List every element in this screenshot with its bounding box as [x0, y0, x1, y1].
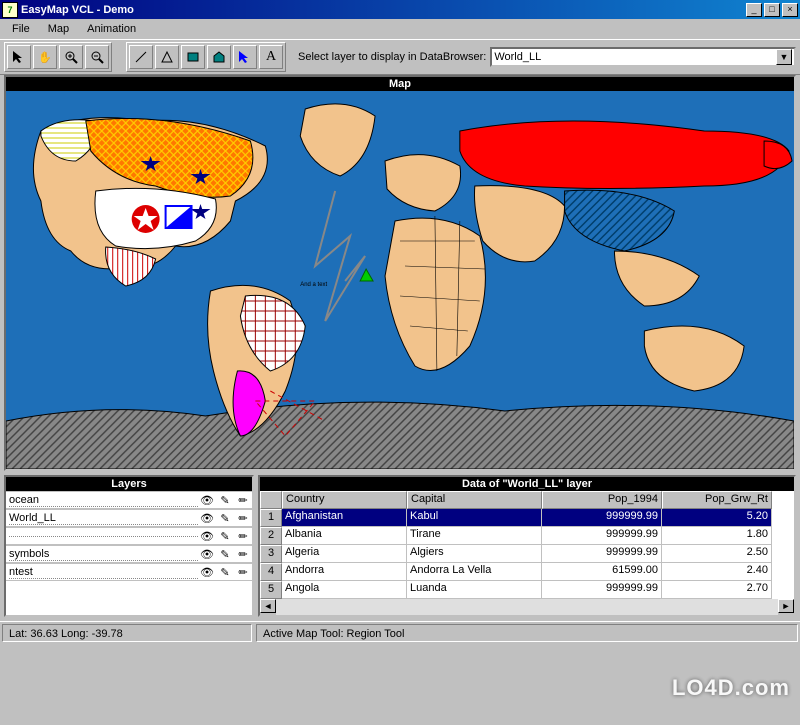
- app-icon: 7: [2, 2, 18, 18]
- zoom-out-tool[interactable]: [85, 45, 109, 69]
- grid-row[interactable]: 4 Andorra Andorra La Vella 61599.00 2.40: [260, 563, 794, 581]
- watermark: LO4D.com: [672, 675, 790, 701]
- layer-combo-value: World_LL: [494, 51, 776, 63]
- pen-icon[interactable]: ✎: [216, 530, 234, 543]
- minimize-button[interactable]: _: [746, 3, 762, 17]
- col-country[interactable]: Country: [282, 491, 407, 509]
- toolbar-group-nav: ✋: [4, 42, 112, 72]
- maximize-button[interactable]: □: [764, 3, 780, 17]
- rect-fill-tool[interactable]: [181, 45, 205, 69]
- layer-row[interactable]: ntest 👁 ✎ ✏: [6, 563, 252, 581]
- pen-icon[interactable]: ✎: [216, 494, 234, 507]
- window-title: EasyMap VCL - Demo: [21, 4, 744, 16]
- pointer-tool[interactable]: [7, 45, 31, 69]
- menu-animation[interactable]: Animation: [79, 21, 144, 37]
- layers-panel: Layers ocean 👁 ✎ ✏ World_LL 👁 ✎ ✏ 👁 ✎ ✏: [4, 475, 254, 617]
- layer-combo[interactable]: World_LL ▼: [490, 47, 796, 67]
- layer-selector-label: Select layer to display in DataBrowser:: [298, 51, 486, 63]
- data-grid[interactable]: Country Capital Pop_1994 Pop_Grw_Rt 1 Af…: [260, 491, 794, 599]
- eye-icon[interactable]: 👁: [198, 548, 216, 561]
- layer-row[interactable]: ocean 👁 ✎ ✏: [6, 491, 252, 509]
- map-panel: Map: [0, 75, 800, 471]
- edit-icon[interactable]: ✏: [234, 512, 252, 525]
- chevron-down-icon[interactable]: ▼: [776, 49, 792, 65]
- title-bar: 7 EasyMap VCL - Demo _ □ ×: [0, 0, 800, 19]
- layer-row[interactable]: symbols 👁 ✎ ✏: [6, 545, 252, 563]
- col-capital[interactable]: Capital: [407, 491, 542, 509]
- eye-icon[interactable]: 👁: [198, 566, 216, 579]
- layer-row[interactable]: 👁 ✎ ✏: [6, 527, 252, 545]
- status-bar: Lat: 36.63 Long: -39.78 Active Map Tool:…: [0, 621, 800, 643]
- toolbar-group-draw: A: [126, 42, 286, 72]
- zoom-in-tool[interactable]: [59, 45, 83, 69]
- horizontal-scrollbar[interactable]: ◄ ►: [260, 599, 794, 615]
- col-grw[interactable]: Pop_Grw_Rt: [662, 491, 772, 509]
- close-button[interactable]: ×: [782, 3, 798, 17]
- edit-icon[interactable]: ✏: [234, 566, 252, 579]
- polygon-tool[interactable]: [155, 45, 179, 69]
- scroll-right-icon[interactable]: ►: [778, 599, 794, 613]
- toolbar: ✋ A Select layer to display in DataBrows…: [0, 39, 800, 75]
- layers-title: Layers: [6, 477, 252, 491]
- pan-tool[interactable]: ✋: [33, 45, 57, 69]
- line-tool[interactable]: [129, 45, 153, 69]
- grid-row[interactable]: 1 Afghanistan Kabul 999999.99 5.20: [260, 509, 794, 527]
- scroll-left-icon[interactable]: ◄: [260, 599, 276, 613]
- menu-map[interactable]: Map: [40, 21, 77, 37]
- home-shape-tool[interactable]: [207, 45, 231, 69]
- data-panel: Data of "World_LL" layer Country Capital…: [258, 475, 796, 617]
- eye-icon[interactable]: 👁: [198, 512, 216, 525]
- pen-icon[interactable]: ✎: [216, 512, 234, 525]
- grid-row[interactable]: 5 Angola Luanda 999999.99 2.70: [260, 581, 794, 599]
- eye-icon[interactable]: 👁: [198, 530, 216, 543]
- map-title: Map: [6, 77, 794, 91]
- edit-icon[interactable]: ✏: [234, 548, 252, 561]
- status-coords: Lat: 36.63 Long: -39.78: [2, 624, 252, 642]
- edit-icon[interactable]: ✏: [234, 494, 252, 507]
- menu-file[interactable]: File: [4, 21, 38, 37]
- edit-icon[interactable]: ✏: [234, 530, 252, 543]
- layers-list: ocean 👁 ✎ ✏ World_LL 👁 ✎ ✏ 👁 ✎ ✏ symbols…: [6, 491, 252, 615]
- status-tool: Active Map Tool: Region Tool: [256, 624, 798, 642]
- bottom-split: Layers ocean 👁 ✎ ✏ World_LL 👁 ✎ ✏ 👁 ✎ ✏: [0, 471, 800, 621]
- grid-row[interactable]: 3 Algeria Algiers 999999.99 2.50: [260, 545, 794, 563]
- eye-icon[interactable]: 👁: [198, 494, 216, 507]
- svg-text:And a text: And a text: [300, 282, 327, 288]
- layer-row[interactable]: World_LL 👁 ✎ ✏: [6, 509, 252, 527]
- grid-row[interactable]: 2 Albania Tirane 999999.99 1.80: [260, 527, 794, 545]
- data-title: Data of "World_LL" layer: [260, 477, 794, 491]
- grid-header: Country Capital Pop_1994 Pop_Grw_Rt: [260, 491, 794, 509]
- layer-selector: Select layer to display in DataBrowser: …: [290, 47, 796, 67]
- pointer-blue-tool[interactable]: [233, 45, 257, 69]
- col-pop[interactable]: Pop_1994: [542, 491, 662, 509]
- map-canvas[interactable]: And a text: [6, 91, 794, 469]
- pen-icon[interactable]: ✎: [216, 548, 234, 561]
- text-tool[interactable]: A: [259, 45, 283, 69]
- pen-icon[interactable]: ✎: [216, 566, 234, 579]
- menu-bar: File Map Animation: [0, 19, 800, 39]
